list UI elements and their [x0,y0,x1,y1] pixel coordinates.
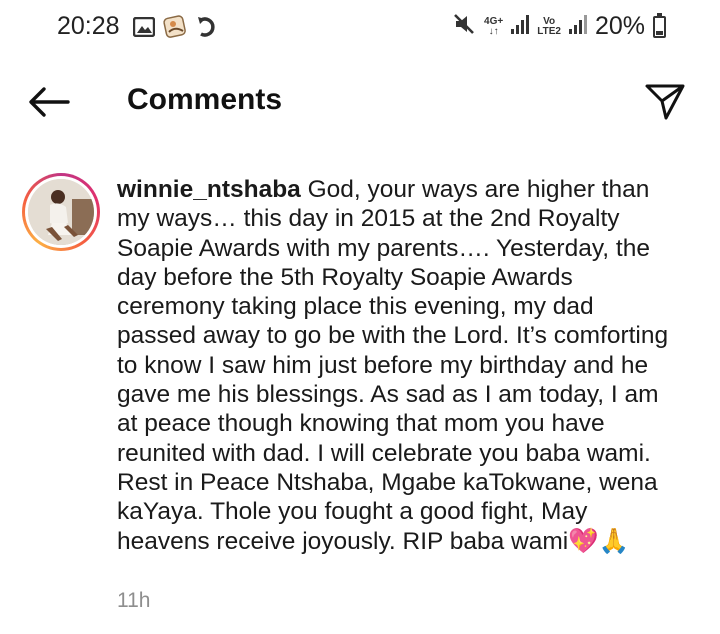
comment-timestamp: 11h [117,589,151,612]
volte-indicator: Vo LTE2 [537,16,561,37]
sticker-icon [163,14,189,45]
network-arrows: ↓↑ [488,25,499,37]
comment-text: God, your ways are higher than my ways… … [117,176,669,555]
send-button[interactable] [644,82,686,122]
status-time: 20:28 [57,12,120,40]
comment-emoji: 💖🙏 [568,527,630,555]
battery-icon [653,12,666,38]
mute-icon [452,12,476,41]
arrow-left-icon [29,87,70,117]
sync-icon [197,16,217,43]
status-bar: 20:28 4G+ ↓↑ Vo LTE2 20% [0,0,720,56]
screen: 20:28 4G+ ↓↑ Vo LTE2 20% Comments winnie… [0,0,720,634]
avatar-photo-art [28,179,94,245]
status-left-icons [132,14,217,45]
network-indicator: 4G+ ↓↑ [484,16,503,37]
avatar-inner [25,176,97,248]
battery-fill [656,30,663,35]
header: Comments [0,70,720,134]
image-icon [132,16,156,42]
comment-username[interactable]: winnie_ntshaba [117,176,301,203]
paper-plane-icon [645,84,685,120]
avatar[interactable] [22,173,100,251]
signal-1-icon [511,14,530,39]
battery-percent: 20% [594,12,645,40]
status-right: 4G+ ↓↑ Vo LTE2 20% [452,12,666,41]
avatar-photo [28,179,94,245]
comment-body: winnie_ntshaba God, your ways are higher… [117,175,677,556]
volte-sub: LTE2 [537,25,561,37]
signal-2-icon [568,14,587,39]
back-button[interactable] [26,84,72,120]
page-title: Comments [127,83,283,116]
